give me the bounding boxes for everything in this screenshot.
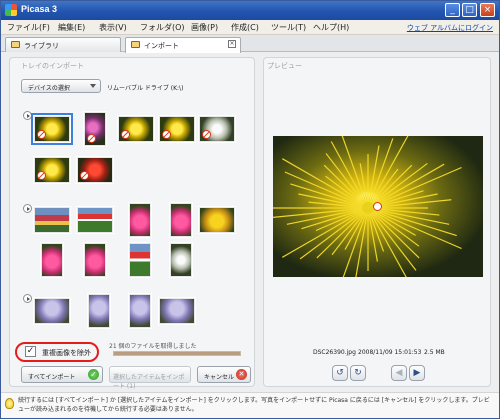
check-icon: ✓ xyxy=(88,369,99,380)
import-selected-button[interactable]: 選択したアイテムをインポート (1) xyxy=(109,366,191,390)
excluded-marker-icon xyxy=(373,202,382,211)
photo-thumbnail[interactable] xyxy=(199,116,235,142)
photo-thumbnail[interactable] xyxy=(88,294,110,328)
import-progress-bar xyxy=(113,351,241,356)
expand-group-icon[interactable] xyxy=(23,294,32,303)
expand-group-icon[interactable] xyxy=(23,111,32,120)
photo-thumbnail[interactable] xyxy=(34,298,70,324)
close-button[interactable]: × xyxy=(480,3,495,17)
excluded-marker-icon xyxy=(202,130,211,139)
tab-close-icon[interactable]: × xyxy=(228,40,236,48)
tab-library-label: ライブラリ xyxy=(24,42,59,50)
menu-bar: ファイル(F) 編集(E) 表示(V) フォルダ(O) 画像(P) 作成(C) … xyxy=(1,20,499,35)
title-bar[interactable]: Picasa 3 _ □ × xyxy=(1,1,499,20)
preview-filesize: 2.5 MB xyxy=(424,349,445,356)
menu-picture[interactable]: 画像(P) xyxy=(191,22,218,33)
excluded-marker-icon xyxy=(87,134,96,143)
menu-help[interactable]: ヘルプ(H) xyxy=(313,22,349,33)
preview-datetime: 2008/11/09 15:01:53 xyxy=(358,349,422,356)
excluded-marker-icon xyxy=(162,130,171,139)
menu-tools[interactable]: ツール(T) xyxy=(271,22,306,33)
flower-center xyxy=(362,202,374,214)
window-title: Picasa 3 xyxy=(21,4,58,14)
excluded-marker-icon xyxy=(80,171,89,180)
photo-thumbnail[interactable] xyxy=(129,243,151,277)
rotate-left-button[interactable]: ↺ xyxy=(332,365,348,381)
import-tray-title: トレイのインポート xyxy=(21,62,84,70)
menu-edit[interactable]: 編集(E) xyxy=(58,22,85,33)
device-name: リムーバブル ドライブ (K:\) xyxy=(107,85,184,92)
preview-filename: DSC26390.jpg xyxy=(313,349,356,356)
device-select-dropdown[interactable]: デバイスの選択 xyxy=(21,79,101,93)
chevron-down-icon xyxy=(90,84,96,88)
expand-group-icon[interactable] xyxy=(23,204,32,213)
photo-thumbnail[interactable] xyxy=(41,243,63,277)
tab-import-label: インポート xyxy=(144,42,179,50)
previous-button[interactable]: ◀ xyxy=(391,365,407,381)
photo-thumbnail[interactable] xyxy=(118,116,154,142)
device-select-label: デバイスの選択 xyxy=(28,85,70,92)
maximize-button[interactable]: □ xyxy=(462,3,477,17)
cancel-button[interactable]: キャンセル ✕ xyxy=(197,366,251,383)
photo-thumbnail[interactable] xyxy=(129,203,151,237)
cancel-icon: ✕ xyxy=(236,369,247,380)
petal xyxy=(367,207,450,225)
photo-thumbnail[interactable] xyxy=(199,207,235,233)
picasa-logo-icon xyxy=(5,4,17,16)
photo-thumbnail[interactable] xyxy=(159,298,195,324)
tab-import[interactable]: インポート × xyxy=(125,37,241,53)
excluded-marker-icon xyxy=(121,130,130,139)
import-selected-label: 選択したアイテムをインポート (1) xyxy=(113,374,185,390)
help-bar: 続行するには [すべてインポート] か [選択したアイテムをインポート] をクリ… xyxy=(1,392,499,418)
import-status: 21 個のファイルを取得しました xyxy=(109,343,197,350)
petal xyxy=(367,138,394,209)
import-all-label: すべてインポート xyxy=(28,374,76,381)
next-button[interactable]: ▶ xyxy=(409,365,425,381)
import-all-button[interactable]: すべてインポート ✓ xyxy=(21,366,103,383)
photo-thumbnail[interactable] xyxy=(84,243,106,277)
excluded-marker-icon xyxy=(37,130,46,139)
petal xyxy=(298,193,369,209)
menu-view[interactable]: 表示(V) xyxy=(99,22,127,33)
excluded-marker-icon xyxy=(37,171,46,180)
web-album-login-link[interactable]: ウェブ アルバムにログイン xyxy=(407,23,493,33)
photo-thumbnail[interactable] xyxy=(34,207,70,233)
cancel-label: キャンセル xyxy=(204,374,235,381)
import-icon xyxy=(131,41,140,48)
preview-title: プレビュー xyxy=(267,62,302,70)
petal xyxy=(286,207,369,225)
preview-image xyxy=(273,136,483,277)
exclude-duplicates-checkbox[interactable]: ✓ xyxy=(25,346,36,357)
menu-create[interactable]: 作成(C) xyxy=(231,22,259,33)
photo-thumbnail[interactable] xyxy=(84,112,106,146)
photo-thumbnail[interactable] xyxy=(129,294,151,328)
photo-thumbnail[interactable] xyxy=(34,157,70,183)
tab-bar: ライブラリ インポート × xyxy=(1,35,499,53)
library-icon xyxy=(11,41,20,48)
help-text: 続行するには [すべてインポート] か [選択したアイテムをインポート] をクリ… xyxy=(18,397,490,413)
lightbulb-icon xyxy=(5,398,14,409)
rotate-right-button[interactable]: ↻ xyxy=(350,365,366,381)
photo-thumbnail[interactable] xyxy=(170,243,192,277)
tab-library[interactable]: ライブラリ xyxy=(5,37,121,52)
photo-thumbnail[interactable] xyxy=(77,157,113,183)
minimize-button[interactable]: _ xyxy=(445,3,460,17)
photo-thumbnail[interactable] xyxy=(159,116,195,142)
exclude-duplicates-label: 重複画像を除外 xyxy=(42,349,91,357)
photo-thumbnail[interactable] xyxy=(77,207,113,233)
menu-folder[interactable]: フォルダ(O) xyxy=(140,22,185,33)
menu-file[interactable]: ファイル(F) xyxy=(7,22,50,33)
photo-thumbnail[interactable] xyxy=(170,203,192,237)
photo-thumbnail[interactable] xyxy=(31,113,73,145)
progress-fill xyxy=(114,352,240,355)
picasa-window: Picasa 3 _ □ × ファイル(F) 編集(E) 表示(V) フォルダ(… xyxy=(0,0,500,419)
